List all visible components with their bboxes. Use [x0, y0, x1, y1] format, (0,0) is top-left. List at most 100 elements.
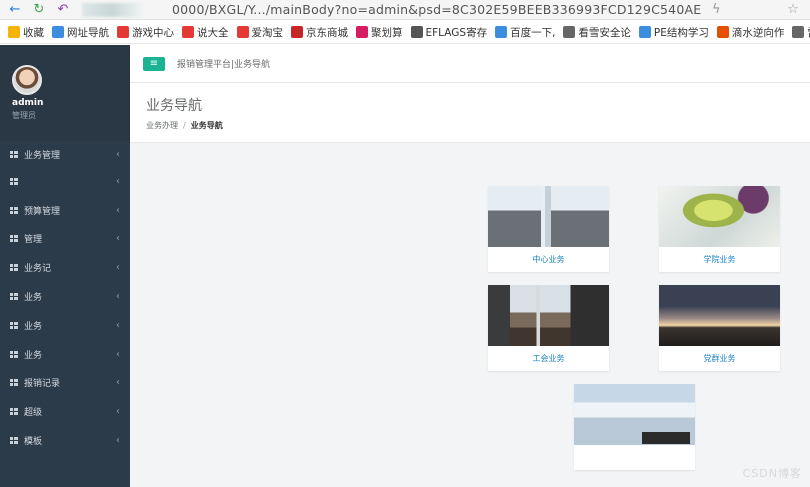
sidebar-menu-item[interactable]: ‹ — [0, 167, 130, 196]
platform-crumb: 报销管理平台|业务导航 — [177, 60, 271, 70]
bookmark-item[interactable]: 看雪安全论 — [563, 25, 631, 40]
grid-icon — [10, 206, 18, 214]
leaf-image — [659, 186, 780, 247]
bookmark-label: 聚划算 — [371, 26, 403, 39]
bookmark-label: 百度一下, — [510, 26, 556, 39]
grid-icon — [10, 437, 18, 445]
bookmark-label: 滴水逆向作 — [731, 26, 785, 39]
card-college-business[interactable]: 学院业务 — [659, 186, 780, 272]
menu-item-label: 业务管理 — [24, 150, 61, 161]
baidu-icon — [495, 26, 508, 38]
globe-icon — [52, 26, 64, 38]
bookmark-label: 看雪安全论 — [578, 26, 631, 39]
card-union-business[interactable]: 工会业务 — [488, 285, 609, 371]
sidebar-menu-item[interactable]: 业务记 ‹ — [0, 253, 130, 282]
bookmark-item[interactable]: 聚划算 — [356, 25, 403, 40]
grid-icon — [10, 150, 18, 158]
card-label[interactable]: 党群业务 — [659, 346, 780, 371]
grid-icon — [10, 408, 18, 416]
card-center-business[interactable]: 中心业务 — [488, 186, 609, 272]
grid-icon — [10, 321, 18, 329]
card-extra-business[interactable] — [574, 384, 695, 470]
user-profile: admin 管理员 — [0, 45, 130, 141]
breadcrumb-separator: / — [183, 121, 186, 130]
chevron-left-icon: ‹ — [116, 175, 120, 187]
grid-icon — [10, 379, 18, 387]
bookmarks-bar: 收藏 网址导航 游戏中心 说大全 爱淘宝 京东商城 聚划算 EFLAGS寄存 百度一下, 看雪安全… — [0, 21, 810, 44]
sidebar-menu-item[interactable]: 业务 ‹ — [0, 311, 130, 340]
bookmark-item[interactable]: 百度一下, — [495, 25, 555, 40]
bookmark-item[interactable]: 雷 — [792, 25, 810, 40]
content-toolbar: ≡ 报销管理平台|业务导航 — [130, 45, 810, 83]
sidebar-menu-item[interactable]: 管理 ‹ — [0, 225, 130, 254]
bookmark-label: PE结构学习 — [653, 26, 709, 39]
sidebar-menu-item[interactable]: 报销记录 ‹ — [0, 369, 130, 398]
bookmark-item[interactable]: 说大全 — [182, 25, 229, 40]
sidebar-menu: 业务管理 ‹ ‹ 预算管理 ‹ 管理 ‹ 业务记 ‹ 业务 ‹ 业务 ‹ 业务 ‹ 报销记录 ‹ 超级 ‹ 模板 ‹ — [0, 141, 130, 455]
watermark: CSDN博客 — [742, 467, 802, 480]
game-icon — [117, 26, 129, 38]
bookmark-label: 收藏 — [23, 26, 44, 39]
sidebar-menu-item[interactable]: 超级 ‹ — [0, 397, 130, 426]
bookmark-item[interactable]: EFLAGS寄存 — [410, 25, 487, 40]
card-label[interactable]: 工会业务 — [488, 346, 609, 371]
grid-icon — [10, 177, 18, 185]
reload-icon[interactable]: ↻ — [30, 1, 48, 19]
user-name[interactable]: admin — [12, 98, 43, 108]
chevron-left-icon: ‹ — [116, 262, 120, 274]
star-icon — [8, 26, 20, 38]
chevron-left-icon: ‹ — [116, 348, 120, 360]
undo-icon[interactable]: ↶ — [54, 1, 72, 19]
bookmark-item[interactable]: 游戏中心 — [117, 25, 174, 40]
menu-item-label: 管理 — [24, 235, 43, 246]
bookmark-label: 网址导航 — [67, 26, 109, 39]
book-icon — [182, 26, 194, 38]
bookmark-item[interactable]: 网址导航 — [52, 25, 109, 40]
menu-item-label: 超级 — [24, 408, 43, 419]
card-label[interactable]: 中心业务 — [488, 247, 609, 272]
sidebar: admin 管理员 业务管理 ‹ ‹ 预算管理 ‹ 管理 ‹ 业务记 ‹ 业务 ‹ 业务 ‹ 业务 ‹ 报销记… — [0, 45, 130, 487]
edge-icon — [638, 26, 651, 38]
bookmark-label: 说大全 — [197, 26, 229, 39]
menu-item-label: 业务 — [24, 350, 43, 361]
menu-toggle-button[interactable]: ≡ — [143, 56, 165, 71]
menu-item-label: 业务 — [24, 293, 43, 304]
address-bar[interactable]: 0000/BXGL/Y.../mainBody?no=admin&psd=8C3… — [172, 2, 701, 17]
sunset-mountain-image — [659, 285, 780, 346]
bookmark-icon — [410, 26, 423, 38]
bookmark-item[interactable]: 爱淘宝 — [236, 25, 283, 40]
grid-icon — [10, 235, 18, 243]
sidebar-menu-item[interactable]: 业务 ‹ — [0, 340, 130, 369]
doc-icon — [563, 26, 576, 38]
sidebar-menu-item[interactable]: 模板 ‹ — [0, 426, 130, 455]
browser-toolbar: ← ↻ ↶ 0000/BXGL/Y.../mainBody?no=admin&p… — [0, 0, 810, 20]
juhuasuan-icon — [356, 26, 368, 38]
breadcrumb-item[interactable]: 业务办理 — [146, 121, 178, 130]
bookmark-label: 游戏中心 — [132, 26, 174, 39]
city-street-image — [488, 186, 609, 247]
c-icon — [716, 26, 729, 38]
sidebar-menu-item[interactable]: 业务 ‹ — [0, 282, 130, 311]
avatar[interactable] — [12, 65, 42, 95]
sidebar-menu-item[interactable]: 预算管理 ‹ — [0, 196, 130, 225]
menu-item-label: 业务 — [24, 321, 43, 332]
lightning-icon[interactable]: ϟ — [707, 1, 725, 19]
menu-item-label: 模板 — [24, 437, 43, 448]
card-label[interactable]: 学院业务 — [659, 247, 780, 272]
card-party-business[interactable]: 党群业务 — [659, 285, 780, 371]
bookmark-item[interactable]: PE结构学习 — [638, 25, 709, 40]
breadcrumb-current: 业务导航 — [190, 121, 223, 130]
bookmark-item[interactable]: 京东商城 — [291, 25, 348, 40]
doc-icon — [792, 26, 805, 38]
jd-icon — [291, 26, 303, 38]
card-label[interactable] — [574, 445, 695, 470]
bookmark-item[interactable]: 滴水逆向作 — [716, 25, 785, 40]
menu-item-label: 报销记录 — [24, 379, 61, 390]
sidebar-menu-item[interactable]: 业务管理 ‹ — [0, 141, 130, 167]
chevron-left-icon: ‹ — [116, 204, 120, 216]
bookmark-item[interactable]: 收藏 — [8, 25, 44, 40]
back-arrow-icon[interactable]: ← — [6, 1, 24, 19]
page-title: 业务导航 — [146, 98, 202, 114]
menu-item-label: 业务记 — [24, 264, 52, 275]
favorite-star-icon[interactable]: ☆ — [784, 1, 802, 19]
